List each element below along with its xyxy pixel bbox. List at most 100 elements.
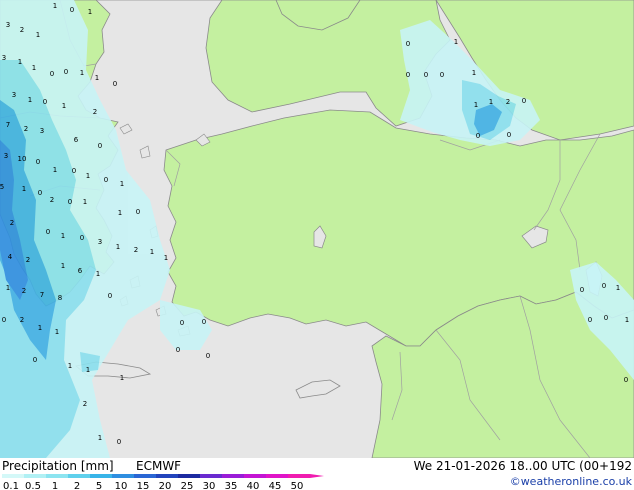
precip-value-label: 3 xyxy=(6,21,10,29)
precip-value-label: 1 xyxy=(96,270,100,278)
precip-value-label: 2 xyxy=(93,108,97,116)
precip-value-label: 1 xyxy=(86,172,90,180)
legend-swatch xyxy=(112,474,134,478)
legend-swatch xyxy=(46,474,68,478)
precip-value-label: 6 xyxy=(78,267,83,275)
precip-value-label: 3 xyxy=(12,91,16,99)
map-title: Precipitation [mm] xyxy=(2,459,114,473)
precip-legend: 0.1 0.5 1 2 5 10 15 20 25 30 35 40 45 50 xyxy=(2,474,324,490)
legend-tick-label: 35 xyxy=(225,481,238,490)
precip-value-label: 0 xyxy=(113,80,117,88)
precip-value-label: 1 xyxy=(120,374,124,382)
precip-value-label: 1 xyxy=(68,362,72,370)
map-footer: Precipitation [mm] ECMWF We 21-01-2026 1… xyxy=(0,458,634,490)
legend-arrow xyxy=(310,474,324,478)
credit-link[interactable]: ©weatheronline.co.uk xyxy=(510,475,632,488)
precip-value-label: 0 xyxy=(206,352,210,360)
precip-value-label: 0 xyxy=(202,318,206,326)
legend-tick-label: 2 xyxy=(74,481,80,490)
precip-value-label: 2 xyxy=(10,219,14,227)
legend-swatch xyxy=(266,474,288,478)
precip-value-label: 1 xyxy=(86,366,90,374)
precip-value-label: 1 xyxy=(95,74,99,82)
precip-value-label: 0 xyxy=(624,376,628,384)
precip-value-label: 1 xyxy=(489,98,493,106)
precip-value-label: 1 xyxy=(116,243,120,251)
precip-value-label: 0 xyxy=(36,158,40,166)
precip-value-label: 7 xyxy=(40,291,44,299)
precip-value-label: 0 xyxy=(33,356,37,364)
legend-tick-label: 0.5 xyxy=(25,481,41,490)
precip-value-label: 1 xyxy=(474,101,478,109)
legend-swatch xyxy=(244,474,266,478)
precip-value-label: 0 xyxy=(507,131,511,139)
weather-map: 3 2 1 1 0 1 3 1 1 0 0 1 1 0 3 0 1 2 1 7 2 3 6 0 3 10 0 1 0 1 0 1 5 1 0 2 0 1 1… xyxy=(0,0,634,458)
legend-tick-label: 1 xyxy=(52,481,58,490)
precip-value-label: 2 xyxy=(24,125,28,133)
precip-value-label: 0 xyxy=(38,189,42,197)
precip-value-label: 0 xyxy=(46,228,50,236)
precip-value-label: 1 xyxy=(61,262,65,270)
precip-value-label: 0 xyxy=(406,40,410,48)
legend-swatch xyxy=(178,474,200,478)
map-svg: 3211 0 13 110 0 11030 1217 2 3603 10 01 01 0 15 1 02 0 11… xyxy=(0,0,634,458)
precip-value-label: 2 xyxy=(26,256,30,264)
precip-value-label: 1 xyxy=(616,284,620,292)
precip-value-label: 2 xyxy=(22,287,26,295)
precip-value-label: 0 xyxy=(406,71,410,79)
precip-value-label: 0 xyxy=(43,98,47,106)
legend-tick-label: 50 xyxy=(291,481,304,490)
legend-swatch xyxy=(222,474,244,478)
legend-swatch xyxy=(288,474,310,478)
precip-value-label: 1 xyxy=(22,185,26,193)
precip-value-label: 2 xyxy=(506,98,510,106)
precip-value-label: 0 xyxy=(580,286,584,294)
precip-value-label: 2 xyxy=(50,196,54,204)
precip-value-label: 0 xyxy=(80,234,84,242)
precip-value-label: 1 xyxy=(18,58,22,66)
precip-value-label: 2 xyxy=(20,26,24,34)
legend-swatch xyxy=(2,474,24,478)
precip-value-label: 0 xyxy=(64,68,68,76)
legend-tick-label: 25 xyxy=(181,481,194,490)
precip-value-label: 0 xyxy=(440,71,444,79)
precip-value-label: 0 xyxy=(588,316,592,324)
precip-value-label: 3 xyxy=(40,127,44,135)
legend-tick-label: 10 xyxy=(115,481,128,490)
legend-tick-label: 30 xyxy=(203,481,216,490)
precip-value-label: 1 xyxy=(53,2,57,10)
precip-value-label: 0 xyxy=(104,176,108,184)
precip-value-label: 0 xyxy=(98,142,102,150)
precip-value-label: 0 xyxy=(2,316,6,324)
precip-value-label: 2 xyxy=(20,316,24,324)
precip-value-label: 7 xyxy=(6,121,10,129)
precip-value-label: 1 xyxy=(32,64,36,72)
precip-value-label: 2 xyxy=(134,246,138,254)
precip-value-label: 1 xyxy=(53,166,57,174)
precip-value-label: 0 xyxy=(70,6,74,14)
precip-value-label: 1 xyxy=(98,434,102,442)
legend-tick-label: 40 xyxy=(247,481,260,490)
legend-swatch xyxy=(24,474,46,478)
precip-value-label: 6 xyxy=(74,136,79,144)
legend-swatch xyxy=(156,474,178,478)
precip-value-label: 0 xyxy=(180,319,184,327)
precip-value-label: 1 xyxy=(625,316,629,324)
precip-value-label: 0 xyxy=(72,167,76,175)
precip-value-label: 0 xyxy=(176,346,180,354)
precip-value-label: 1 xyxy=(62,102,66,110)
precip-value-label: 0 xyxy=(68,198,72,206)
precip-value-label: 4 xyxy=(8,253,13,261)
precip-value-label: 0 xyxy=(117,438,121,446)
legend-tick-label: 0.1 xyxy=(3,481,19,490)
legend-swatch xyxy=(200,474,222,478)
legend-swatch xyxy=(90,474,112,478)
legend-tick-label: 5 xyxy=(96,481,102,490)
precip-value-label: 3 xyxy=(2,54,6,62)
precip-value-label: 3 xyxy=(98,238,102,246)
precip-value-label: 0 xyxy=(602,282,606,290)
precip-value-label: 0 xyxy=(108,292,112,300)
precip-value-label: 10 xyxy=(18,155,27,163)
precip-value-label: 1 xyxy=(164,254,168,262)
legend-tick-label: 45 xyxy=(269,481,282,490)
